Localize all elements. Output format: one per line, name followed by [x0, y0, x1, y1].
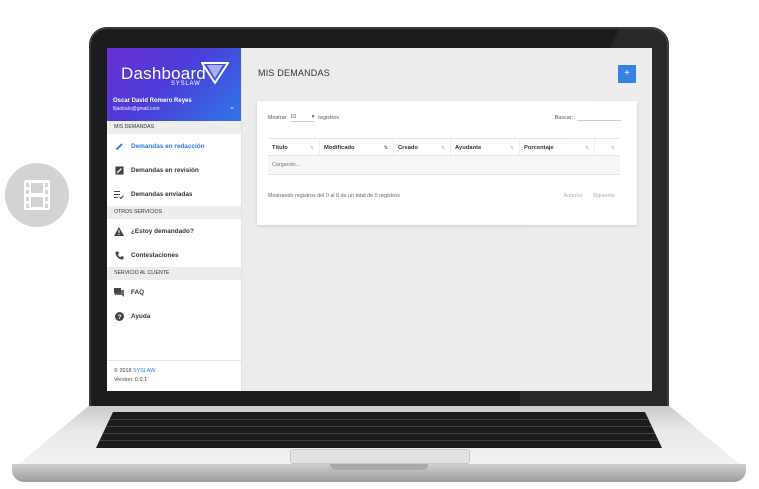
column-header-actions[interactable]: ⇅ [595, 139, 620, 155]
sidebar-item-contestaciones[interactable]: Contestaciones [107, 243, 241, 267]
sidebar-item-label: Demandas en redacción [131, 142, 205, 150]
sidebar-item-demandas-enviadas[interactable]: Demandas enviadas [107, 182, 241, 206]
edit-box-icon [114, 165, 124, 175]
copyright-text: © 2018 [114, 368, 132, 374]
sidebar-item-demandas-revision[interactable]: Demandas en revisión [107, 158, 241, 182]
table-info: Mostrando registros del 0 al 0 de un tot… [268, 193, 400, 199]
sidebar-item-label: FAQ [131, 288, 145, 296]
length-prefix: Mostrar [268, 115, 287, 121]
column-header-modificado[interactable]: Modificado ⇅ [320, 139, 394, 155]
film-icon [5, 163, 69, 227]
sidebar-item-faq[interactable]: FAQ [107, 280, 241, 304]
phone-icon [114, 250, 124, 260]
main-content: MIS DEMANDAS + Mostrar 10 ▾ registros Bu… [242, 48, 652, 391]
page-length-select[interactable]: 10 ▾ [290, 114, 315, 122]
help-icon: ? [114, 311, 124, 321]
search-input[interactable] [577, 114, 621, 121]
user-email: fijaobalo@gmail.com [113, 106, 160, 112]
sidebar-item-label: ¿Estoy demandado? [131, 227, 194, 235]
chevron-down-icon[interactable]: ⌄ [229, 103, 235, 111]
sort-icon: ⇅ [309, 145, 314, 151]
column-header-titulo[interactable]: Título ⇅ [268, 139, 320, 155]
user-name: Oscar David Romero Reyes [113, 98, 192, 104]
length-suffix: registros [318, 115, 339, 121]
version-text: Version: 0.0.1 [114, 377, 147, 383]
keyboard [96, 412, 662, 448]
sidebar-item-label: Ayuda [131, 312, 151, 320]
search-label: Buscar: [554, 114, 573, 121]
sort-desc-icon: ⇅ [383, 145, 388, 151]
sort-icon: ⇅ [610, 145, 615, 151]
company-link[interactable]: SYSLAW. [133, 368, 156, 374]
brand-header: Dashboard SYSLAW Oscar David Romero Reye… [107, 48, 241, 121]
sort-icon: ⇅ [584, 145, 589, 151]
sidebar-item-estoy-demandado[interactable]: ¿Estoy demandado? [107, 219, 241, 243]
section-header: MIS DEMANDAS [107, 121, 241, 134]
warning-icon [114, 226, 124, 236]
sidebar: Dashboard SYSLAW Oscar David Romero Reye… [107, 48, 242, 391]
column-header-ayudante[interactable]: Ayudante ⇅ [451, 139, 520, 155]
sidebar-item-label: Demandas enviadas [131, 190, 193, 198]
sidebar-item-label: Contestaciones [131, 251, 179, 259]
sidebar-item-demandas-redaccion[interactable]: Demandas en redacción [107, 134, 241, 158]
next-page-button[interactable]: Siguiente [593, 193, 615, 199]
sidebar-item-ayuda[interactable]: ? Ayuda [107, 304, 241, 328]
mockup-stage: Dashboard SYSLAW Oscar David Romero Reye… [0, 0, 759, 489]
page-length-control: Mostrar 10 ▾ registros [268, 114, 339, 122]
page-length-value: 10 [290, 114, 297, 120]
pencil-icon [114, 141, 124, 151]
sidebar-item-label: Demandas en revisión [131, 166, 199, 174]
table-header: Título ⇅ Modificado ⇅ Creado ⇅ Ayudante ⇅ Po… [268, 138, 620, 156]
column-header-porcentaje[interactable]: Porcentaje ⇅ [520, 139, 595, 155]
syslaw-logo-icon [200, 62, 230, 89]
demandas-table-card: Mostrar 10 ▾ registros Buscar: Título ⇅ M… [257, 101, 637, 225]
caret-down-icon: ▾ [311, 114, 315, 120]
brand-subtitle: SYSLAW [171, 81, 201, 87]
touchpad [290, 449, 470, 464]
laptop-notch [330, 464, 428, 470]
add-demanda-button[interactable]: + [618, 65, 636, 83]
sent-list-icon [114, 189, 124, 199]
pagination: Anterior Siguiente [564, 193, 615, 199]
table-search: Buscar: [555, 114, 621, 121]
demandas-table: Título ⇅ Modificado ⇅ Creado ⇅ Ayudante ⇅ Po… [268, 138, 620, 175]
section-header: OTROS SERVICIOS [107, 206, 241, 219]
section-header: SERVICIO AL CLIENTE [107, 267, 241, 280]
sidebar-footer: © 2018 SYSLAW. Version: 0.0.1 [107, 360, 241, 391]
previous-page-button[interactable]: Anterior [564, 193, 583, 199]
page-title: MIS DEMANDAS [258, 68, 330, 78]
sort-icon: ⇅ [509, 145, 514, 151]
loading-row: Cargando... [268, 156, 620, 175]
forum-icon [114, 287, 124, 297]
sort-icon: ⇅ [440, 145, 445, 151]
svg-text:?: ? [117, 313, 121, 320]
laptop-screen: Dashboard SYSLAW Oscar David Romero Reye… [107, 48, 652, 391]
column-header-creado[interactable]: Creado ⇅ [394, 139, 451, 155]
